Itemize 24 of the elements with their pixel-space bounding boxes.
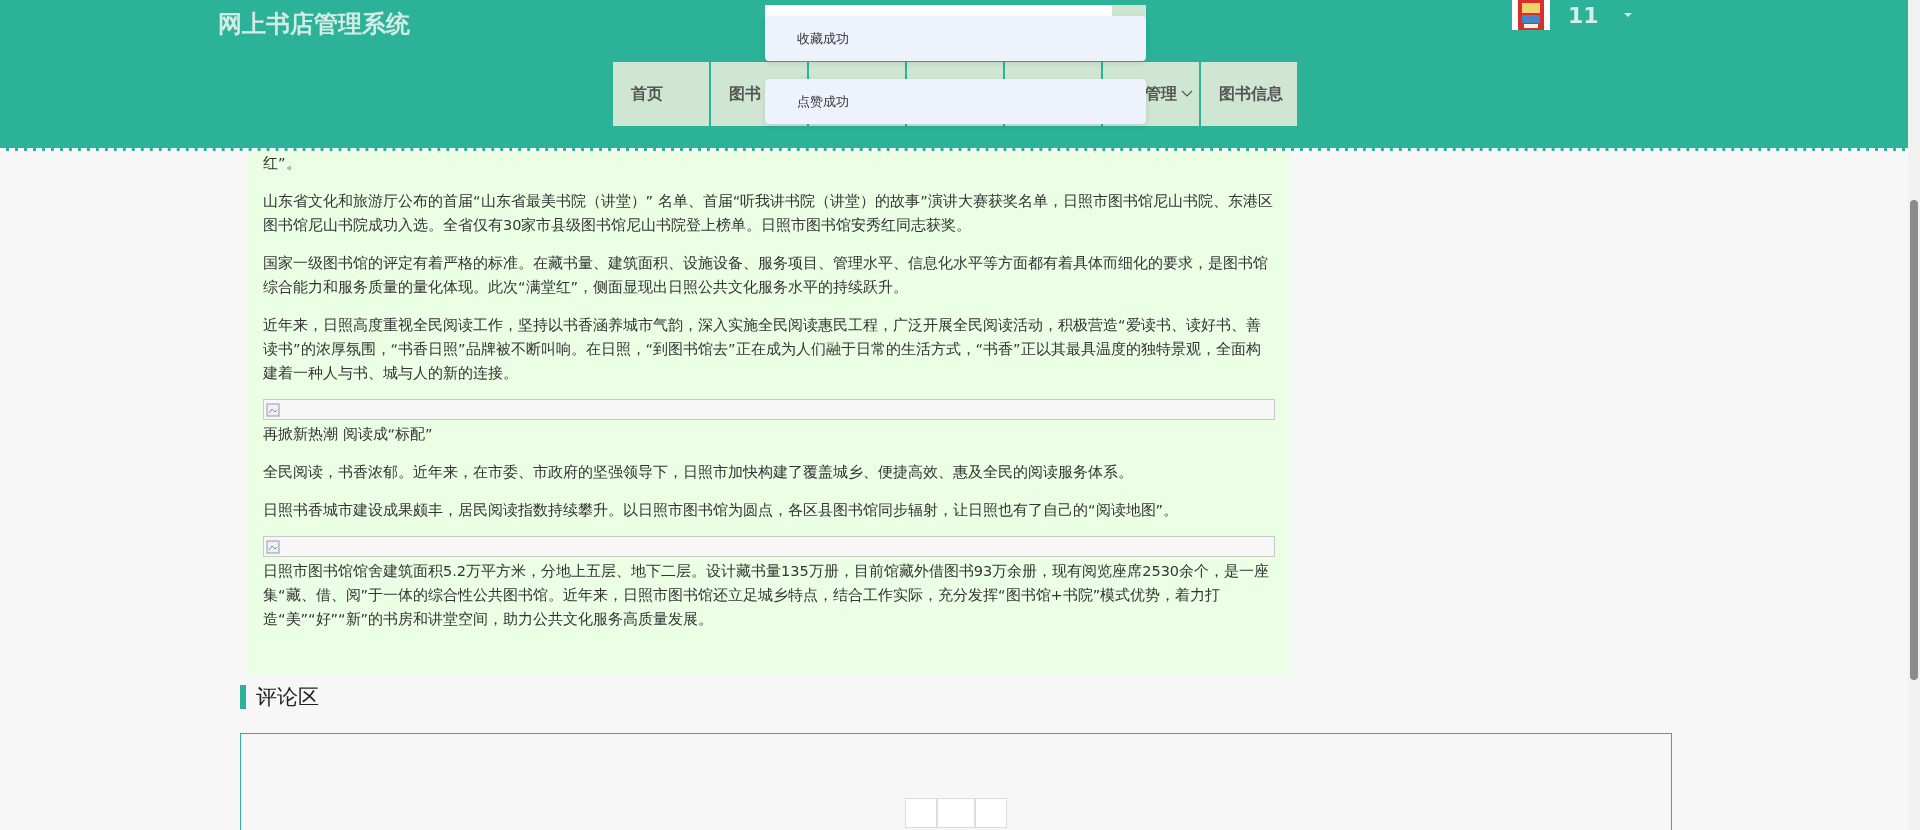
article-paragraph: 日照书香城市建设成果颇丰，居民阅读指数持续攀升。以日照市图书馆为圆点，各区县图书馆同步辐射，让日照也有了自己的“阅读地图”。	[263, 501, 1180, 520]
article-caption: 再掀新热潮 阅读成“标配”	[263, 425, 434, 444]
broken-image-icon	[266, 402, 280, 417]
article-paragraph: 近年来，日照高度重视全民阅读工作，坚持以书香涵养城市气韵，深入实施全民阅读惠民工程，广泛开展全民阅读活动，积极营造“爱读书、读好书、善读书”的浓厚氛围，“书香日照”品牌被不断叫响。在日照，“到图书馆去”正在成为人们融于日常的生活方式，“书香”正以其最具温度的独特景观，全面构建着一种人与书、城与人的新的连接。	[263, 316, 1262, 383]
pager-button[interactable]	[905, 798, 937, 828]
pager-button[interactable]	[937, 798, 975, 828]
nav-item[interactable]: 首页	[613, 62, 709, 126]
caret-icon[interactable]	[1622, 12, 1633, 18]
article-paragraph: 全民阅读，书香浓郁。近年来，在市委、市政府的坚强领导下，日照市加快构建了覆盖城乡、便捷高效、惠及全民的阅读服务体系。	[263, 463, 1134, 482]
section-heading: 评论区	[256, 684, 319, 711]
scrollbar[interactable]	[1908, 0, 1920, 830]
site-title: 网上书店管理系统	[218, 9, 410, 40]
scrollbar-thumb[interactable]	[1910, 200, 1918, 680]
broken-image-icon	[266, 539, 280, 554]
article-paragraph: 国家一级图书馆的评定有着严格的标准。在藏书量、建筑面积、设施设备、服务项目、管理水平、信息化水平等方面都有着具体而细化的要求，是图书馆综合能力和服务质量的量化体现。此次“满堂红”，侧面显现出日照公共文化服务水平的持续跃升。	[263, 254, 1269, 297]
success-toast: 点赞成功	[765, 79, 1146, 124]
chevron-icon	[1181, 90, 1193, 98]
nav-item[interactable]: 图书信息	[1201, 62, 1297, 126]
pager-button[interactable]	[975, 798, 1007, 828]
article-caption: 日照市图书馆馆舍建筑面积5.2万平方米，分地上五层、地下二层。设计藏书量135万册，目前馆藏外借图书93万余册，现有阅览座席2530余个，是一座集“藏、借、阅”于一体的综合性公共图书馆。近年来，日照市图书馆还立足城乡特点，结合工作实际，充分发挥“图书馆+书院”模式优势，着力打造“美”“好”“新”的书房和讲堂空间，助力公共文化服务高质量发展。	[263, 562, 1271, 629]
heading-marker	[240, 685, 246, 709]
success-toast: 收藏成功	[765, 16, 1146, 61]
article-paragraph: 红”。	[263, 154, 302, 173]
article-paragraph: 山东省文化和旅游厅公布的首届“山东省最美书院（讲堂）” 名单、首届“听我讲书院（讲堂）的故事”演讲大赛获奖名单，日照市图书馆尼山书院、东港区图书馆尼山书院成功入选。全省仅有30家市县级图书馆尼山书院登上榜单。日照市图书馆安秀红同志获奖。	[263, 192, 1274, 235]
